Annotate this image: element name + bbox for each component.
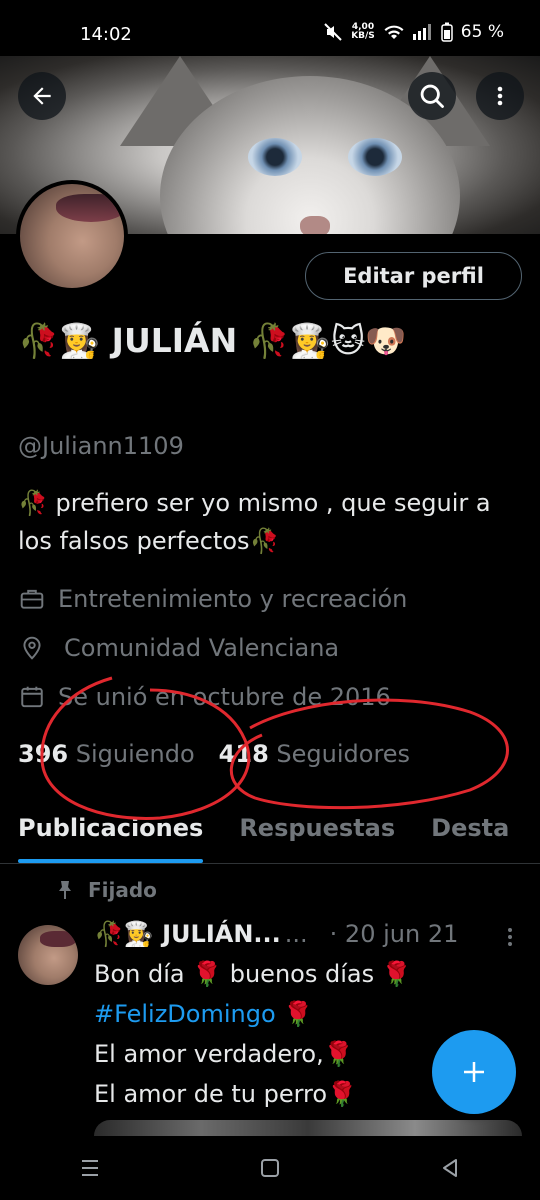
followers-link[interactable]: 418 Seguidores	[219, 740, 410, 768]
arrow-left-icon	[33, 87, 51, 105]
system-navigation-bar	[0, 1136, 540, 1200]
calendar-icon	[18, 683, 46, 711]
back-button[interactable]	[18, 72, 66, 120]
more-vertical-icon	[508, 928, 512, 946]
network-speed: 4,00 KB/S	[351, 23, 375, 41]
search-button[interactable]	[408, 72, 456, 120]
profile-joined-text: Se unió en octubre de 2016	[58, 683, 391, 711]
following-link[interactable]: 396 Siguiendo	[18, 740, 195, 768]
more-options-button[interactable]	[476, 72, 524, 120]
banner-cat-eye	[248, 138, 302, 176]
back-nav-icon[interactable]	[439, 1157, 461, 1179]
profile-category-text: Entretenimiento y recreación	[58, 585, 408, 613]
profile-joined: Se unió en octubre de 2016	[18, 683, 391, 711]
pinned-indicator: Fijado	[56, 878, 157, 902]
post-header: 🥀👩‍🍳 JULIÁN... ... · 20 jun 21	[94, 920, 524, 948]
followers-label: Seguidores	[276, 740, 411, 768]
post-hashtag-suffix: 🌹	[275, 1000, 314, 1028]
post-line: Bon día 🌹 buenos días 🌹	[94, 960, 412, 988]
network-speed-unit: KB/S	[351, 31, 375, 41]
following-label: Siguiendo	[75, 740, 195, 768]
profile-category: Entretenimiento y recreación	[18, 585, 407, 613]
post-body[interactable]: Bon día 🌹 buenos días 🌹 #FelizDomingo 🌹 …	[94, 954, 454, 1114]
search-icon	[420, 84, 444, 108]
post-avatar-glasses	[40, 931, 76, 947]
post-line-hashtag: #FelizDomingo 🌹	[94, 994, 454, 1034]
profile-bio: 🥀 prefiero ser yo mismo , que seguir a l…	[18, 489, 491, 555]
profile-name: 🥀👩‍🍳 JULIÁN 🥀👩‍🍳🐱🐶	[18, 321, 407, 360]
tab-destacados[interactable]: Desta	[413, 808, 527, 863]
following-count: 396	[18, 740, 69, 768]
tab-publicaciones[interactable]: Publicaciones	[0, 808, 221, 863]
post-line: El amor verdadero,🌹	[94, 1040, 354, 1068]
signal-icon	[412, 24, 431, 40]
mute-icon	[324, 23, 342, 41]
banner-cat-nose	[300, 216, 330, 234]
battery-percent: 65 %	[460, 22, 504, 42]
post-hashtag[interactable]: #FelizDomingo	[94, 1000, 276, 1028]
tab-respuestas[interactable]: Respuestas	[221, 808, 413, 863]
post-date[interactable]: · 20 jun 21	[330, 920, 459, 948]
status-icons: 4,00 KB/S 65 %	[323, 22, 504, 42]
briefcase-icon	[18, 585, 46, 613]
profile-avatar[interactable]	[16, 180, 128, 292]
banner-cat-eye	[348, 138, 402, 176]
edit-profile-button[interactable]: Editar perfil	[305, 252, 522, 300]
follow-stats: 396 Siguiendo 418 Seguidores	[18, 740, 410, 768]
wifi-icon	[384, 25, 404, 39]
post-author-name[interactable]: 🥀👩‍🍳 JULIÁN...	[94, 920, 281, 948]
home-icon[interactable]	[259, 1157, 281, 1179]
plus-icon	[464, 1062, 484, 1082]
pin-icon	[59, 881, 71, 899]
more-vertical-icon	[497, 86, 503, 106]
status-bar: 14:02 4,00 KB/S 65 %	[0, 0, 540, 56]
compose-post-button[interactable]	[432, 1030, 516, 1114]
post-more-button[interactable]	[506, 926, 514, 953]
post-line: El amor de tu perro🌹	[94, 1080, 357, 1108]
followers-count: 418	[218, 740, 269, 768]
status-time: 14:02	[80, 24, 132, 45]
battery-icon	[441, 22, 453, 42]
profile-handle: @Juliann1109	[18, 432, 184, 460]
profile-location-text: Comunidad Valenciana	[64, 634, 340, 662]
post-avatar[interactable]	[18, 925, 78, 985]
location-pin-icon	[18, 634, 46, 662]
post-author-ellipsis: ...	[284, 920, 308, 948]
avatar-sunglasses	[56, 194, 124, 222]
profile-tabs: Publicaciones Respuestas Desta	[0, 808, 540, 864]
recent-apps-icon[interactable]	[79, 1158, 101, 1178]
profile-location: Comunidad Valenciana	[18, 634, 339, 662]
pinned-label: Fijado	[88, 878, 157, 902]
